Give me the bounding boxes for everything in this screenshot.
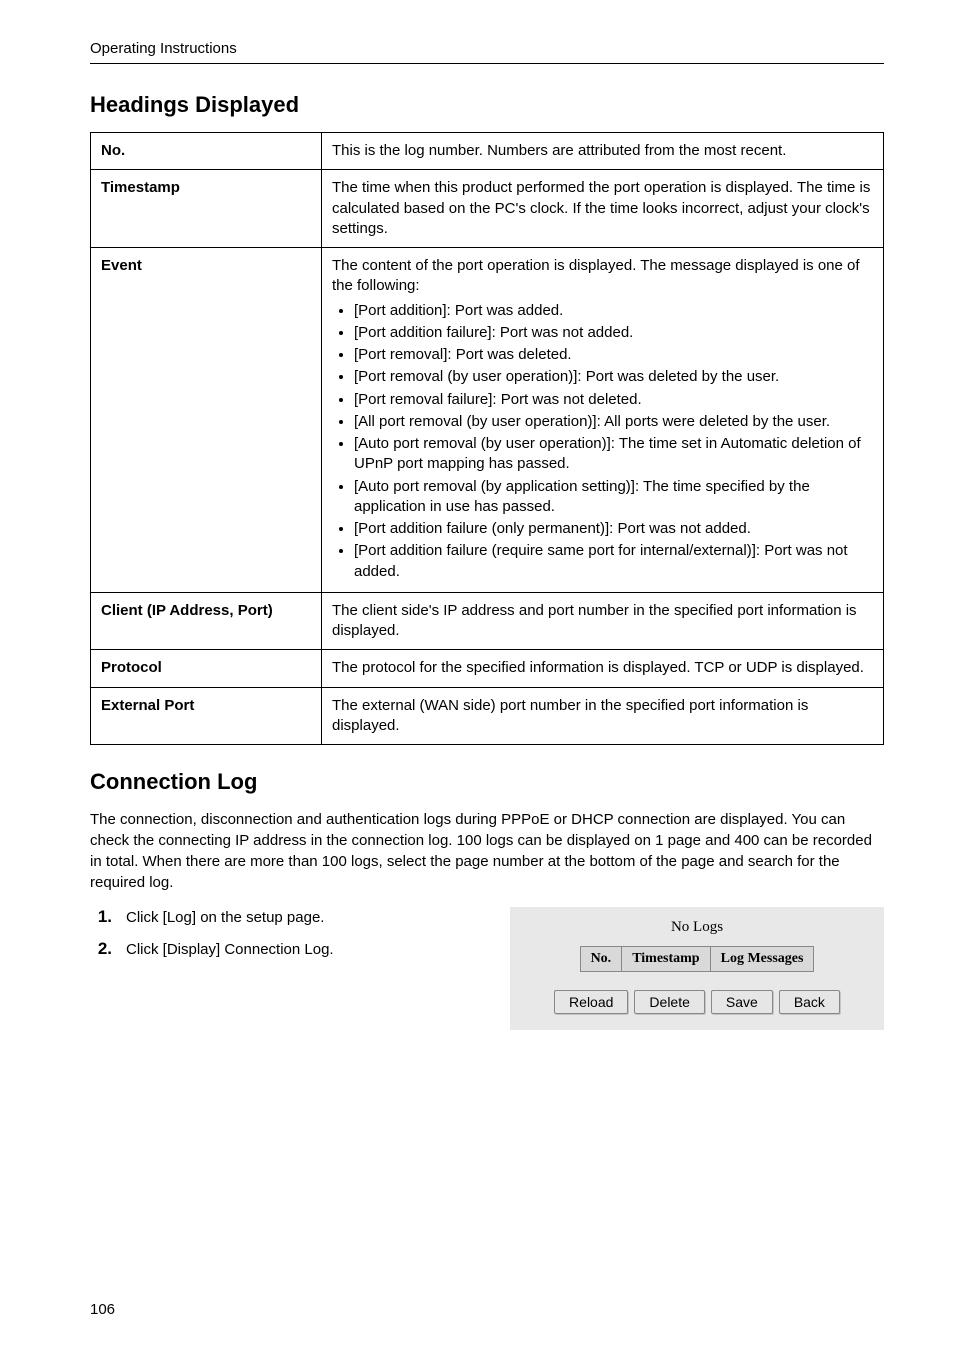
def-value: The content of the port operation is dis… [322,248,884,593]
running-head: Operating Instructions [90,40,884,57]
log-table: No. Timestamp Log Messages [580,946,815,972]
section-heading-connection-log: Connection Log [90,769,884,795]
section-body: The connection, disconnection and authen… [90,809,884,893]
def-key: Event [91,248,322,593]
def-value: The time when this product performed the… [322,170,884,248]
col-header-no: No. [580,947,622,972]
col-header-timestamp: Timestamp [622,947,710,972]
col-header-log-messages: Log Messages [710,947,814,972]
table-row: Client (IP Address, Port) The client sid… [91,592,884,650]
page-number: 106 [90,1301,115,1318]
log-widget: No Logs No. Timestamp Log Messages Reloa… [510,907,884,1030]
list-item: [Port addition failure (require same por… [354,541,873,582]
def-key: Protocol [91,650,322,687]
definitions-table: No. This is the log number. Numbers are … [90,132,884,745]
list-item: [Auto port removal (by application setti… [354,477,873,518]
divider [90,63,884,64]
table-row: No. This is the log number. Numbers are … [91,133,884,170]
def-key: Timestamp [91,170,322,248]
delete-button[interactable]: Delete [634,990,704,1014]
no-logs-label: No Logs [524,919,870,936]
def-key: Client (IP Address, Port) [91,592,322,650]
table-row: No. Timestamp Log Messages [580,947,814,972]
def-key: No. [91,133,322,170]
step-text: Click [Log] on the setup page. [126,909,324,926]
def-value: The external (WAN side) port number in t… [322,687,884,745]
section-heading-headings-displayed: Headings Displayed [90,92,884,118]
def-value: The client side's IP address and port nu… [322,592,884,650]
list-item: [Port addition failure]: Port was not ad… [354,323,873,343]
list-item: [Port removal failure]: Port was not del… [354,390,873,410]
list-item: [Port removal (by user operation)]: Port… [354,367,873,387]
step-number: 2. [90,939,112,959]
button-row: Reload Delete Save Back [524,990,870,1014]
def-key: External Port [91,687,322,745]
def-value-lead: The content of the port operation is dis… [332,257,860,294]
back-button[interactable]: Back [779,990,840,1014]
list-item: 2. Click [Display] Connection Log. [90,939,470,959]
def-value: The protocol for the specified informati… [322,650,884,687]
list-item: [All port removal (by user operation)]: … [354,412,873,432]
bullet-list: [Port addition]: Port was added. [Port a… [332,301,873,582]
step-text: Click [Display] Connection Log. [126,941,334,958]
steps-list: 1. Click [Log] on the setup page. 2. Cli… [90,907,470,959]
list-item: [Port addition]: Port was added. [354,301,873,321]
table-row: Timestamp The time when this product per… [91,170,884,248]
table-row: Event The content of the port operation … [91,248,884,593]
list-item: [Port addition failure (only permanent)]… [354,519,873,539]
save-button[interactable]: Save [711,990,773,1014]
table-row: Protocol The protocol for the specified … [91,650,884,687]
list-item: 1. Click [Log] on the setup page. [90,907,470,927]
list-item: [Port removal]: Port was deleted. [354,345,873,365]
table-row: External Port The external (WAN side) po… [91,687,884,745]
list-item: [Auto port removal (by user operation)]:… [354,434,873,475]
def-value: This is the log number. Numbers are attr… [322,133,884,170]
reload-button[interactable]: Reload [554,990,628,1014]
step-number: 1. [90,907,112,927]
